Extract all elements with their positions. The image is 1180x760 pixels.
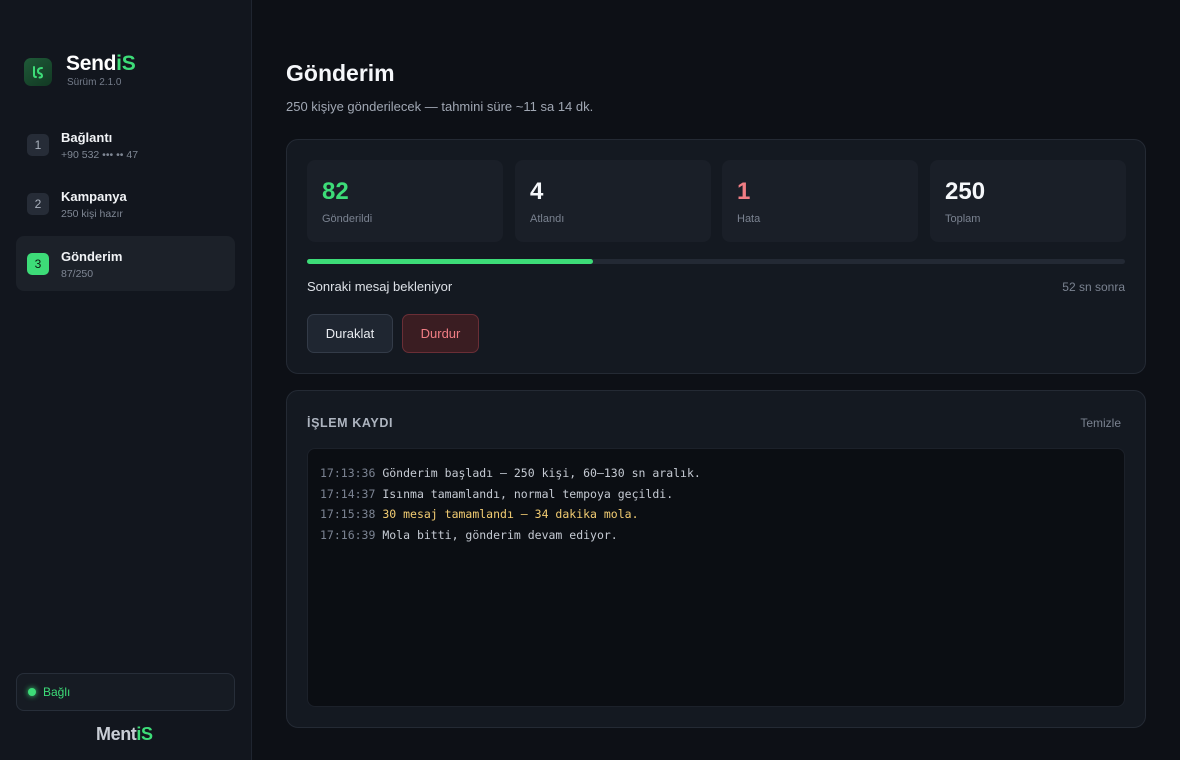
brand-name-accent: iS [116, 52, 136, 75]
step-sending[interactable]: 3 Gönderim 87/250 [16, 236, 235, 291]
clear-log-button[interactable]: Temizle [1080, 416, 1121, 430]
log-entry: 17:14:37 Isınma tamamlandı, normal tempo… [320, 484, 1112, 505]
stat-value: 82 [322, 178, 349, 205]
log-message: Isınma tamamlandı, normal tempoya geçild… [382, 486, 674, 501]
pause-button[interactable]: Duraklat [307, 314, 393, 353]
sidebar: SendiS Sürüm 2.1.0 1 Bağlantı +90 532 ••… [0, 0, 252, 760]
brand-name-text: Send [66, 52, 117, 75]
log-entry-warning: 17:15:38 30 mesaj tamamlandı — 34 dakika… [320, 504, 1112, 525]
step-number: 2 [27, 193, 49, 215]
log-entry: 17:16:39 Mola bitti, gönderim devam ediy… [320, 525, 1112, 546]
progress-bar-fill [307, 259, 594, 264]
log-time: 17:15:38 [320, 507, 376, 521]
progress-bar [307, 259, 1125, 264]
stat-sent: 82 Gönderildi [307, 160, 503, 242]
stat-label: Gönderildi [322, 213, 373, 225]
step-number: 3 [27, 253, 49, 275]
step-connection[interactable]: 1 Bağlantı +90 532 ••• •• 47 [16, 117, 235, 172]
step-title: Gönderim [61, 249, 123, 264]
step-subtitle: +90 532 ••• •• 47 [61, 149, 139, 161]
page-subtitle: 250 kişiye gönderilecek — tahmini süre ~… [286, 99, 594, 114]
log-entry: 17:13:36 Gönderim başladı — 250 kişi, 60… [320, 463, 1112, 484]
step-title: Kampanya [61, 189, 127, 204]
stat-label: Toplam [945, 213, 981, 225]
log-time: 17:13:36 [320, 466, 376, 480]
status-eta: 52 sn sonra [1062, 280, 1125, 294]
progress-card: 82 Gönderildi 4 Atlandı 1 Hata 250 Topla… [286, 139, 1146, 374]
stop-button[interactable]: Durdur [402, 314, 479, 353]
brand-name: SendiS [66, 52, 136, 76]
stat-skipped: 4 Atlandı [515, 160, 711, 242]
stat-errors: 1 Hata [722, 160, 918, 242]
stat-total: 250 Toplam [930, 160, 1126, 242]
connection-status: Bağlı [16, 673, 235, 711]
log-time: 17:16:39 [320, 527, 376, 542]
connection-label: Bağlı [43, 685, 71, 699]
footer-logo: MentiS [96, 724, 153, 745]
log-message: 30 mesaj tamamlandı — 34 dakika mola. [382, 507, 639, 521]
footer-logo-accent: iS [136, 724, 153, 744]
brand-logo-icon [24, 58, 52, 86]
step-campaign[interactable]: 2 Kampanya 250 kişi hazır [16, 176, 235, 231]
stat-value: 1 [737, 178, 751, 205]
log-message: Gönderim başladı — 250 kişi, 60–130 sn a… [382, 466, 701, 480]
status-dot-icon [28, 688, 36, 696]
log-output: 17:13:36 Gönderim başladı — 250 kişi, 60… [307, 448, 1125, 707]
log-time: 17:14:37 [320, 486, 376, 501]
log-message: Mola bitti, gönderim devam ediyor. [382, 527, 618, 542]
step-number: 1 [27, 134, 49, 156]
footer-logo-text: Ment [96, 724, 137, 744]
step-subtitle: 87/250 [61, 268, 94, 280]
stat-label: Hata [737, 213, 761, 225]
app-version: Sürüm 2.1.0 [67, 77, 122, 88]
status-text: Sonraki mesaj bekleniyor [307, 279, 453, 294]
log-title: İŞLEM KAYDI [307, 416, 394, 430]
stat-value: 4 [530, 178, 544, 205]
stat-label: Atlandı [530, 213, 565, 225]
step-subtitle: 250 kişi hazır [61, 208, 123, 220]
page-title: Gönderim [286, 60, 395, 86]
log-card: İŞLEM KAYDI Temizle 17:13:36 Gönderim ba… [286, 390, 1146, 728]
step-title: Bağlantı [61, 130, 113, 145]
stat-value: 250 [945, 178, 986, 205]
